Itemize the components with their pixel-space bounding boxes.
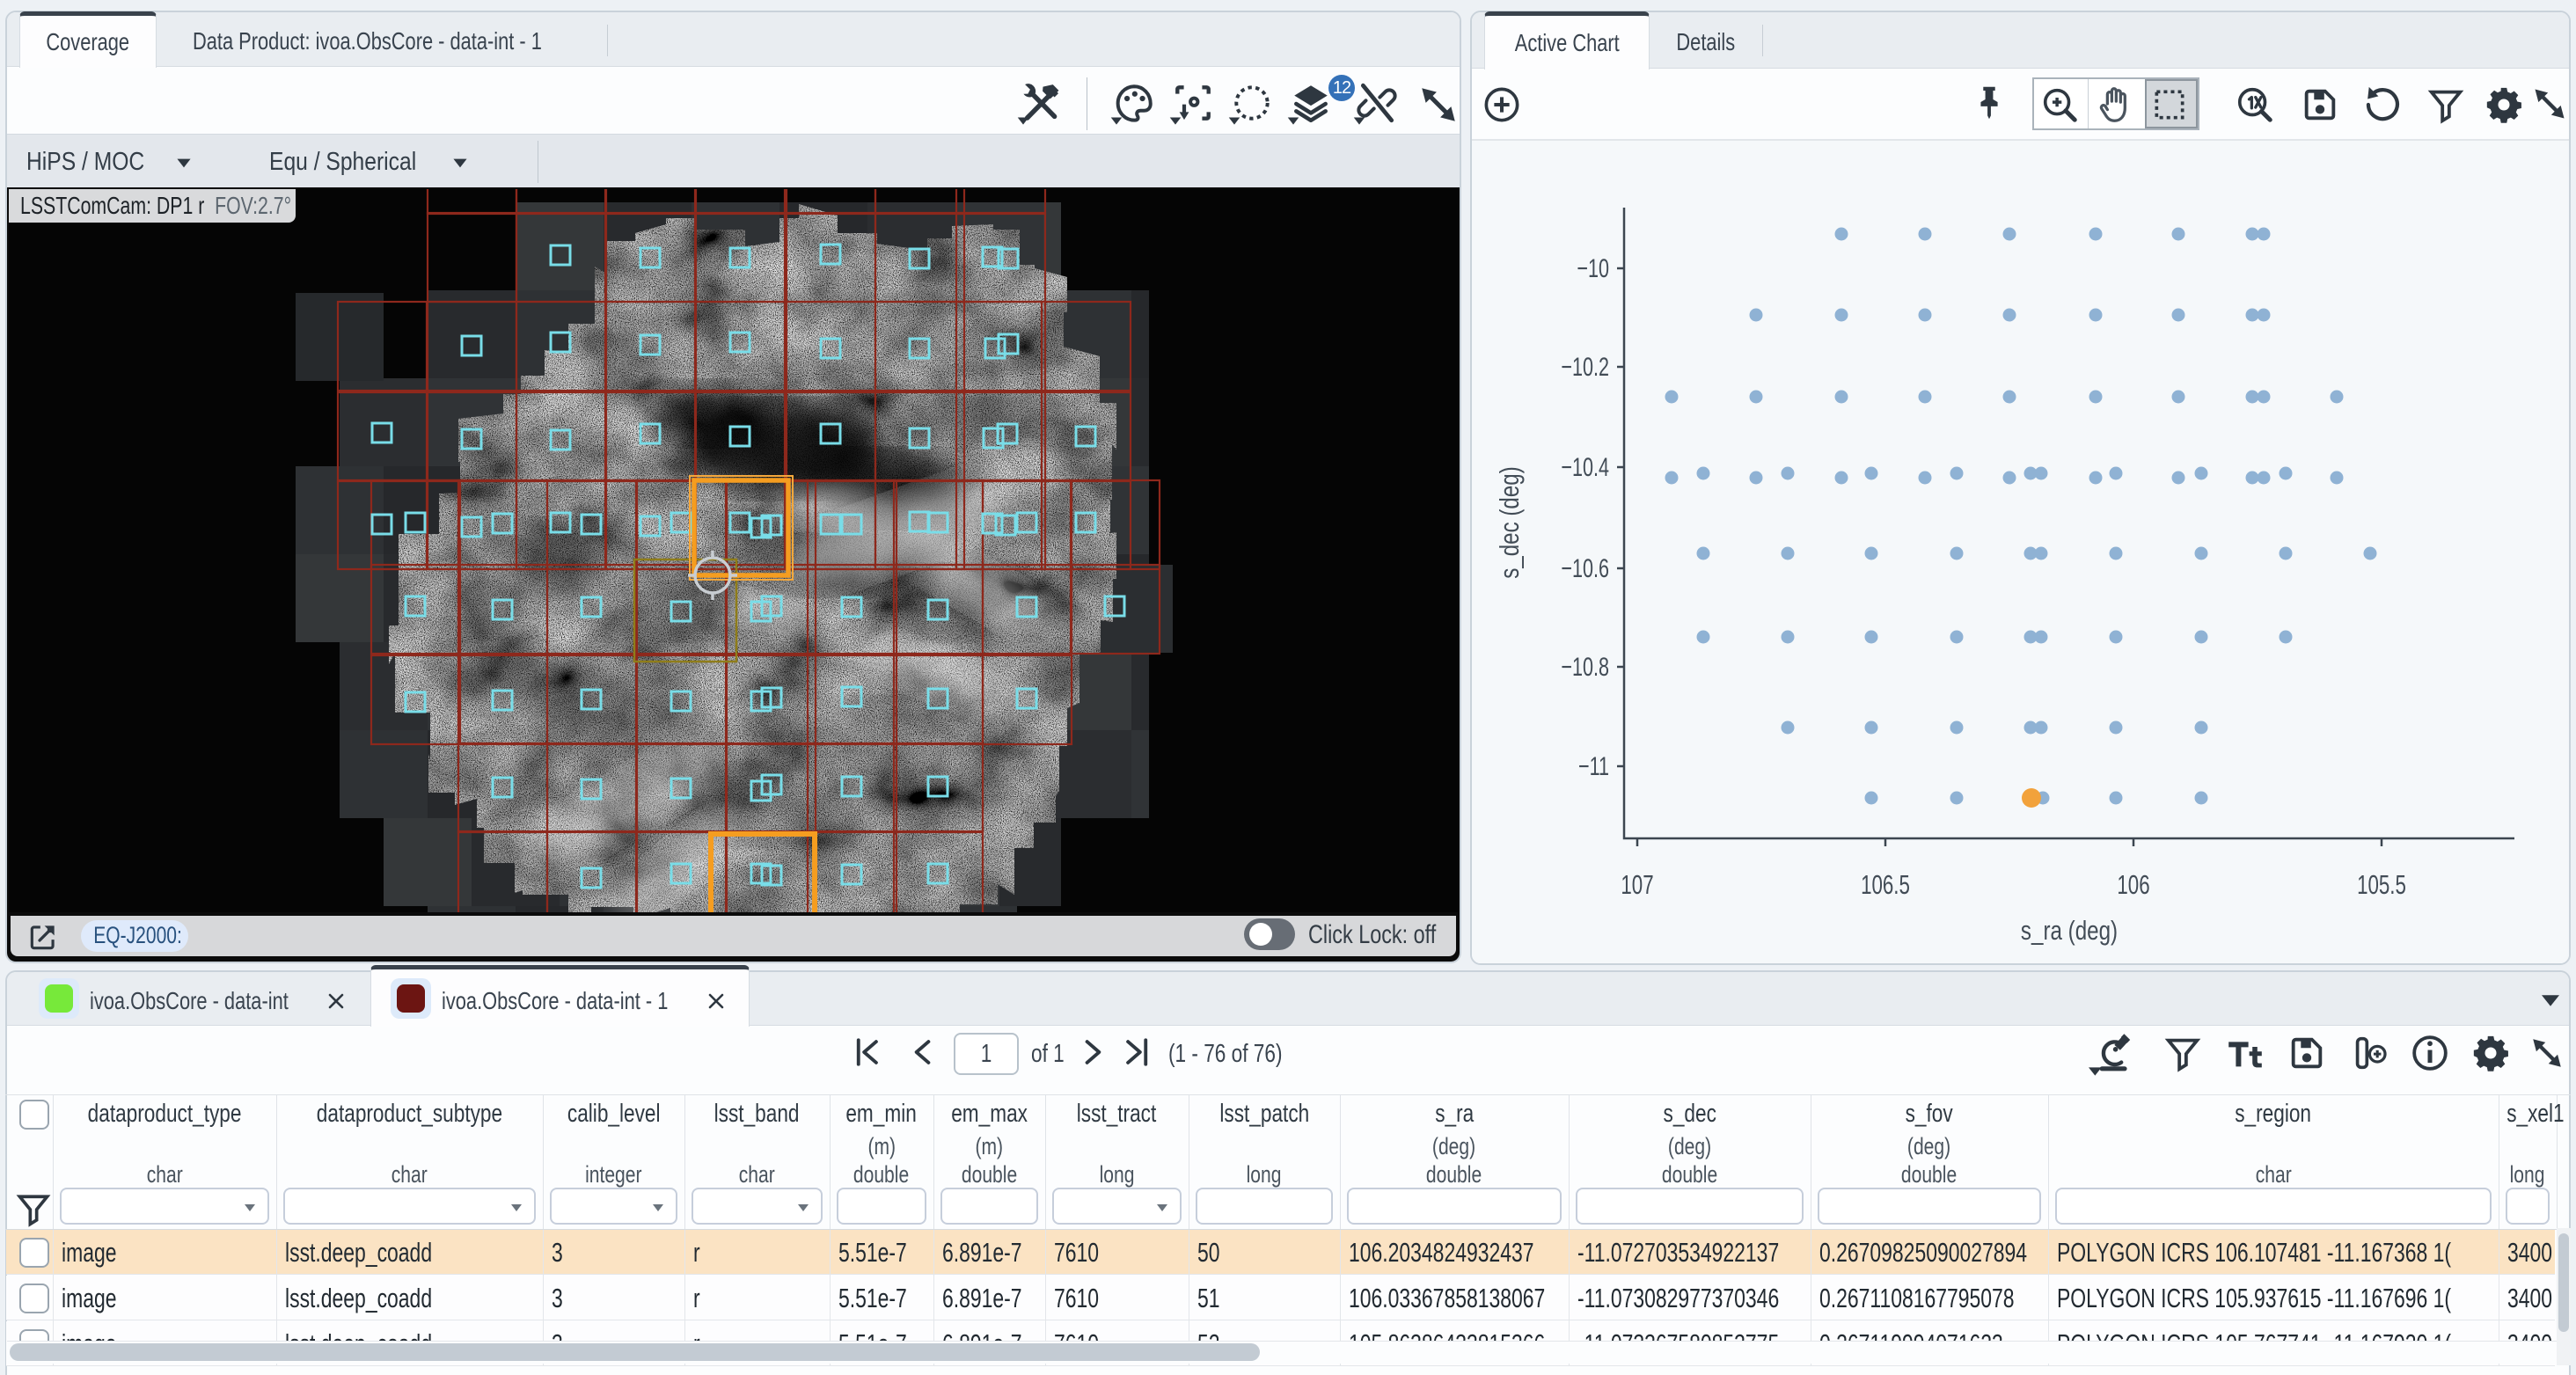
svg-text:−11: −11	[1578, 750, 1609, 780]
svg-text:107: 107	[1621, 869, 1653, 899]
svg-text:−10.6: −10.6	[1561, 552, 1609, 582]
svg-text:−10: −10	[1577, 252, 1609, 282]
svg-text:106.5: 106.5	[1861, 869, 1910, 899]
svg-text:s_dec (deg): s_dec (deg)	[1494, 466, 1525, 579]
svg-text:106: 106	[2117, 869, 2149, 899]
svg-text:−10.4: −10.4	[1561, 451, 1609, 481]
svg-text:105.5: 105.5	[2357, 869, 2406, 899]
svg-text:−10.2: −10.2	[1561, 351, 1609, 381]
svg-text:s_ra (deg): s_ra (deg)	[2021, 915, 2118, 946]
svg-text:−10.8: −10.8	[1561, 651, 1609, 681]
